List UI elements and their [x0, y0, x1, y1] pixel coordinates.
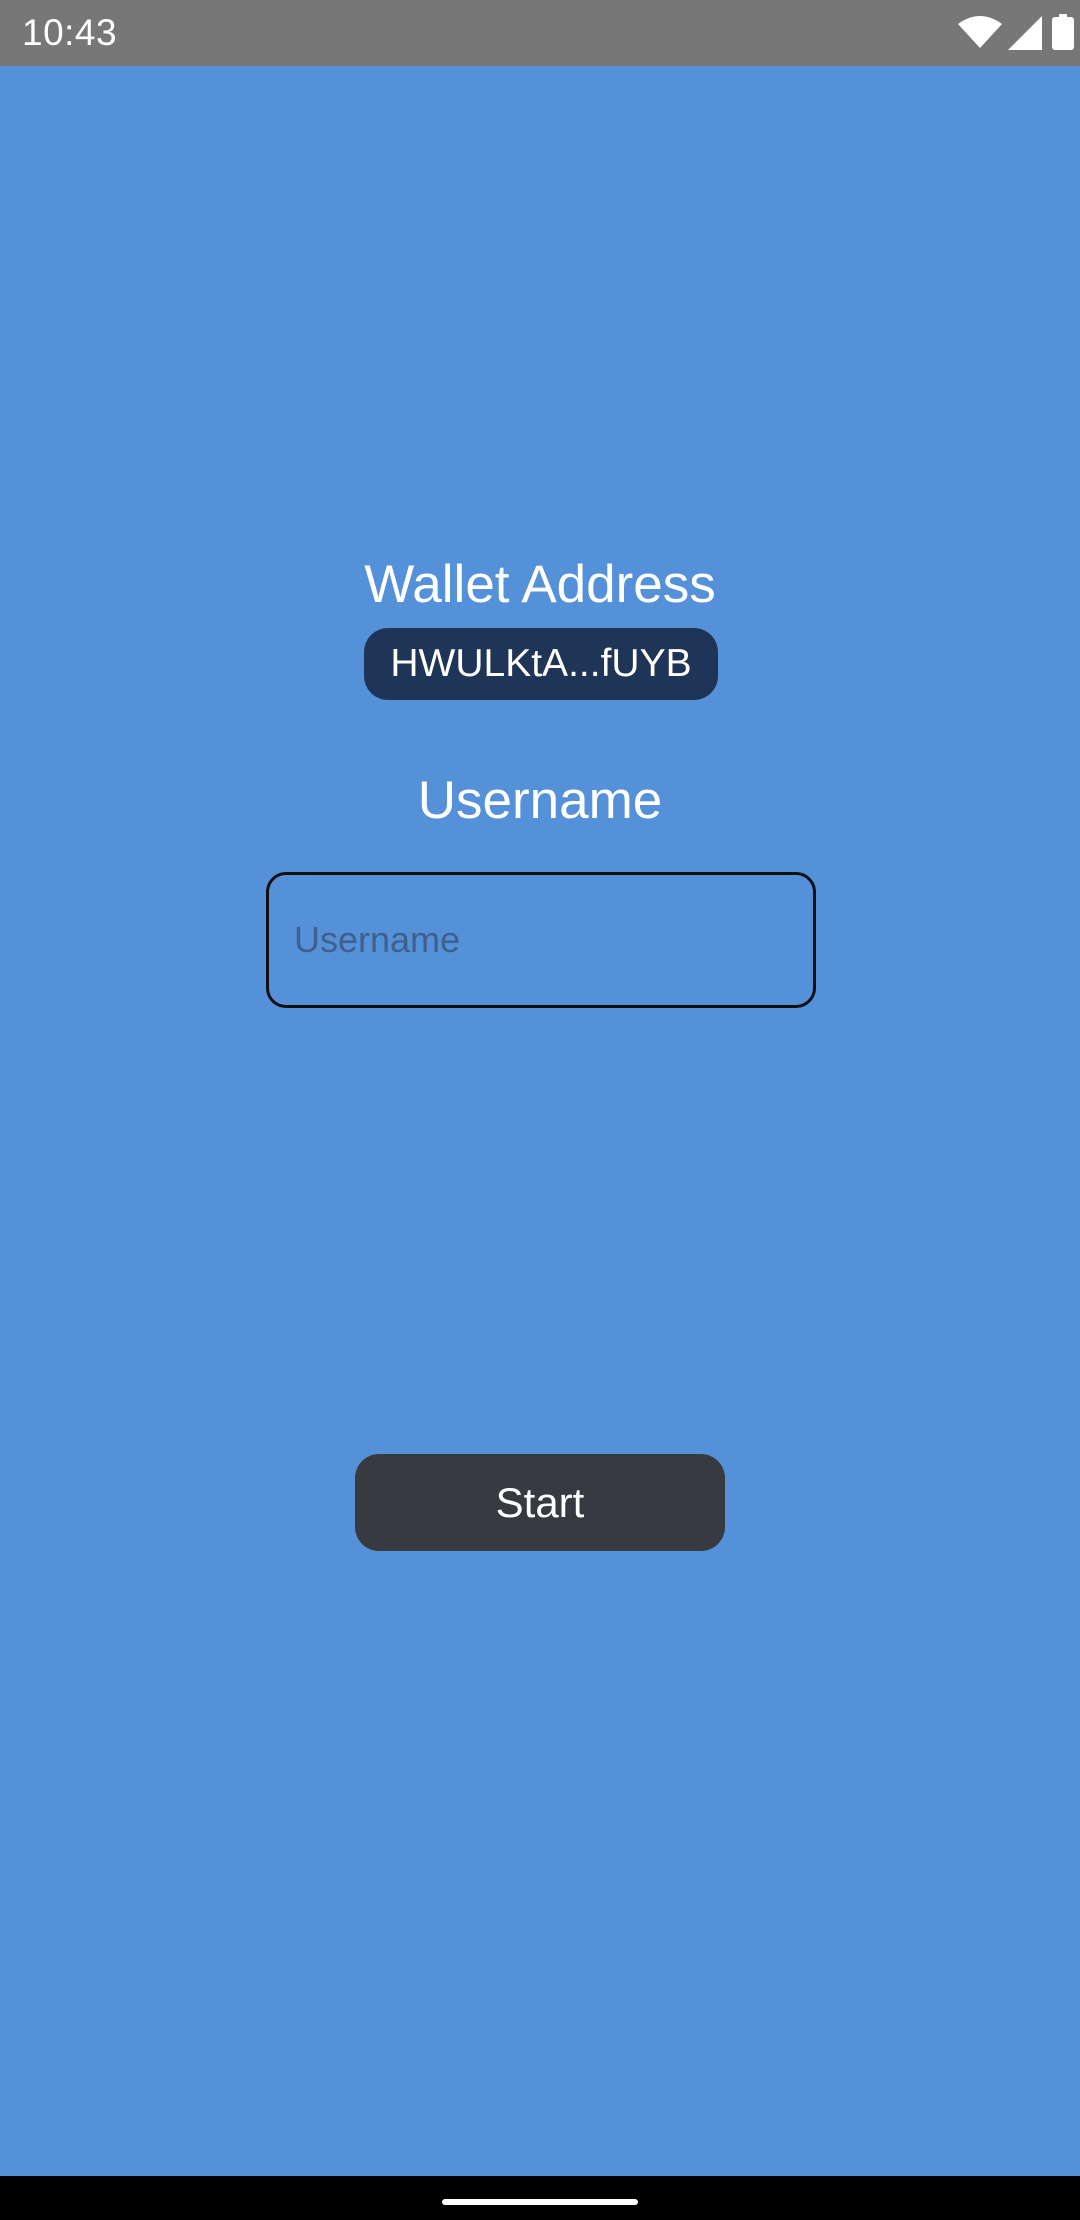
- signal-icon: [1008, 16, 1042, 50]
- app-screen: Wallet Address HWULKtA...fUYB Username S…: [0, 66, 1080, 2176]
- navigation-bar: [0, 2176, 1080, 2220]
- username-input[interactable]: [266, 872, 816, 1008]
- status-bar: 10:43: [0, 0, 1080, 66]
- start-button[interactable]: Start: [355, 1454, 725, 1551]
- wifi-icon: [958, 16, 1002, 48]
- home-gesture-handle[interactable]: [442, 2199, 638, 2205]
- username-title: Username: [417, 771, 663, 830]
- battery-icon: [1052, 14, 1074, 50]
- wallet-address-badge[interactable]: HWULKtA...fUYB: [364, 628, 718, 700]
- status-icons: [880, 0, 1080, 66]
- wallet-address-title: Wallet Address: [364, 555, 716, 614]
- status-time: 10:43: [22, 12, 118, 53]
